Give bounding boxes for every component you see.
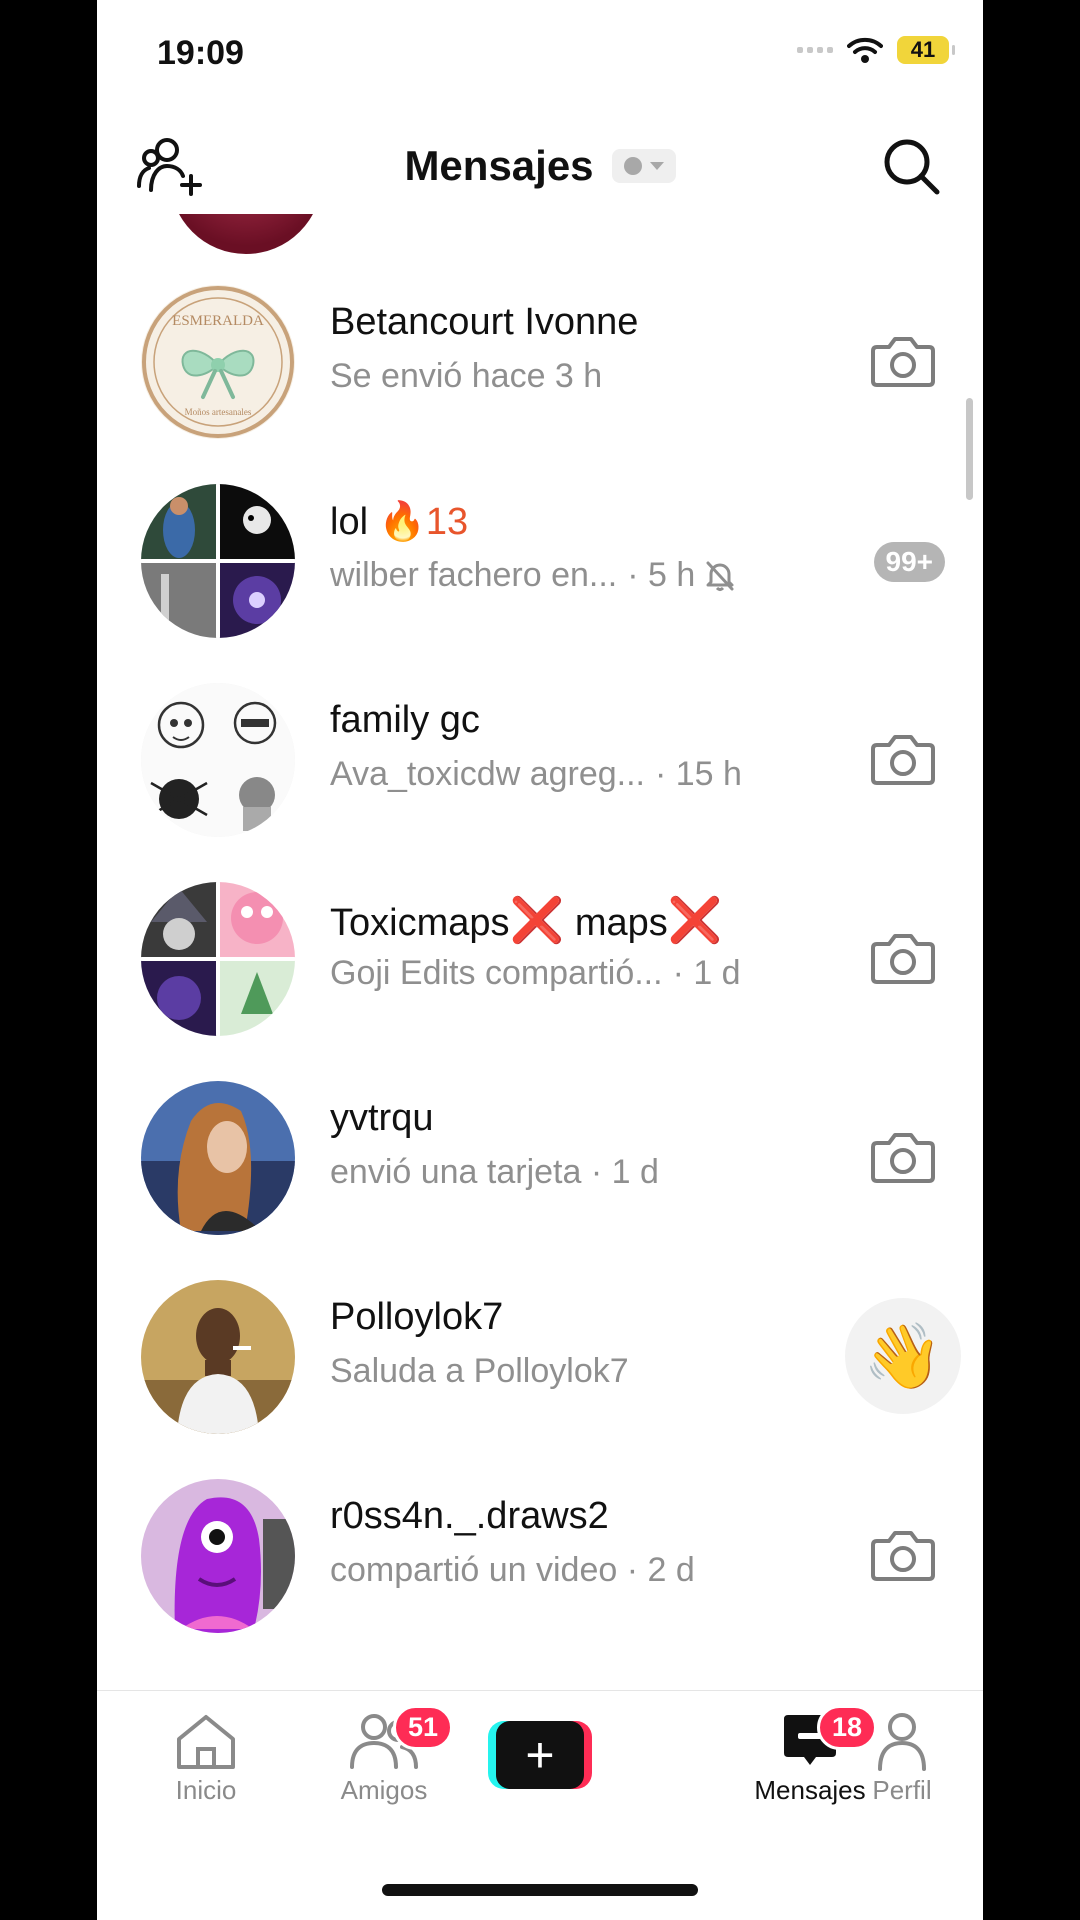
- camera-icon[interactable]: [871, 333, 935, 389]
- status-time: 19:09: [157, 34, 244, 72]
- chat-preview: envió una tarjeta · 1 d: [330, 1153, 659, 1192]
- chat-preview-text: Saluda a Polloylok7: [330, 1352, 629, 1390]
- plus-icon: +: [496, 1721, 584, 1789]
- esmeralda-logo-icon: ESMERALDA Moños artesanales: [142, 286, 294, 438]
- cross-mark-icon: ❌: [509, 896, 565, 945]
- avatar[interactable]: [141, 882, 295, 1036]
- camera-icon[interactable]: [871, 731, 935, 787]
- chat-time: · 5 h: [627, 556, 696, 594]
- search-icon[interactable]: [881, 136, 941, 196]
- avatar[interactable]: ESMERALDA Moños artesanales: [141, 285, 295, 439]
- tab-inicio[interactable]: Inicio: [131, 1711, 281, 1806]
- chat-name: r0ss4n._.draws2: [330, 1495, 609, 1537]
- chat-name-part: maps: [564, 902, 668, 944]
- chat-row[interactable]: lol 🔥13 wilber fachero en... · 5 h 99+: [97, 462, 983, 661]
- presence-toggle[interactable]: [611, 149, 676, 183]
- chat-name-wrap: lol 🔥13: [330, 500, 468, 544]
- page-title: Mensajes: [404, 142, 594, 189]
- tab-perfil[interactable]: Perfil: [842, 1711, 962, 1806]
- page-title-wrap: Mensajes: [97, 142, 983, 190]
- chat-time: · 1 d: [672, 954, 741, 992]
- chat-row[interactable]: r0ss4n._.draws2 compartió un video · 2 d: [97, 1457, 983, 1656]
- avatar[interactable]: [141, 1479, 295, 1633]
- avatar[interactable]: [141, 1081, 295, 1235]
- chat-preview: wilber fachero en... · 5 h: [330, 556, 735, 595]
- battery-icon: 41: [897, 36, 955, 64]
- chat-preview-text: compartió un video · 2 d: [330, 1551, 695, 1589]
- chat-row[interactable]: family gc Ava_toxicdw agreg... · 15 h: [97, 661, 983, 860]
- presence-dot-icon: [623, 157, 642, 175]
- tab-label: Amigos: [340, 1775, 428, 1805]
- chat-preview: compartió un video · 2 d: [330, 1551, 695, 1590]
- avatar[interactable]: [141, 484, 295, 638]
- unread-badge: 99+: [873, 542, 945, 582]
- chevron-down-icon: [649, 162, 664, 170]
- chat-preview: Ava_toxicdw agreg... · 15 h: [330, 755, 742, 794]
- chat-name: Polloylok7: [330, 1296, 504, 1338]
- group-avatar-icon: [141, 683, 295, 837]
- tab-label: Inicio: [175, 1775, 237, 1805]
- battery-level: 41: [910, 37, 936, 62]
- home-indicator[interactable]: [382, 1884, 698, 1896]
- logo-text-bottom: Moños artesanales: [185, 407, 252, 417]
- streak-counter: 🔥13: [378, 501, 469, 543]
- group-avatar-icon: [141, 882, 295, 1036]
- wifi-icon: [847, 37, 883, 63]
- chat-name-wrap: Toxicmaps❌ maps❌: [330, 894, 723, 946]
- chat-preview-text: Se envió hace 3 h: [330, 357, 603, 395]
- create-button[interactable]: +: [488, 1721, 592, 1789]
- profile-icon: [878, 1713, 926, 1771]
- chat-name: Betancourt Ivonne: [330, 301, 639, 343]
- chat-row[interactable]: ESMERALDA Moños artesanales Betancourt I…: [97, 263, 983, 462]
- notification-badge: 51: [393, 1705, 454, 1750]
- chat-preview-text: Ava_toxicdw agreg...: [330, 755, 645, 793]
- camera-icon[interactable]: [871, 1527, 935, 1583]
- status-icons: 41: [797, 36, 955, 64]
- chat-name: yvtrqu: [330, 1097, 434, 1139]
- camera-icon[interactable]: [871, 1129, 935, 1185]
- scrollbar[interactable]: [966, 398, 973, 500]
- chat-name: Toxicmaps: [330, 902, 510, 944]
- chat-row[interactable]: Toxicmaps❌ maps❌ Goji Edits compartió...…: [97, 860, 983, 1059]
- group-avatar-icon: [141, 484, 295, 638]
- header: Mensajes: [97, 118, 983, 214]
- user-photo-icon: [141, 1081, 295, 1235]
- tab-amigos[interactable]: Amigos 51: [309, 1705, 459, 1806]
- user-photo-icon: [141, 1479, 295, 1633]
- user-photo-icon: [141, 1280, 295, 1434]
- chat-preview-text: envió una tarjeta · 1 d: [330, 1153, 659, 1191]
- chat-name: lol: [330, 501, 379, 543]
- waving-hand-icon: 👋: [863, 1319, 943, 1392]
- camera-icon[interactable]: [871, 930, 935, 986]
- chat-row[interactable]: Polloylok7 Saluda a Polloylok7 👋: [97, 1258, 983, 1457]
- chat-row[interactable]: yvtrqu envió una tarjeta · 1 d: [97, 1059, 983, 1258]
- chat-preview: Se envió hace 3 h: [330, 357, 602, 396]
- chat-name: family gc: [330, 699, 480, 741]
- home-icon: [177, 1715, 235, 1769]
- cross-mark-icon: ❌: [667, 896, 723, 945]
- avatar[interactable]: [170, 214, 322, 254]
- chat-preview-text: Goji Edits compartió...: [330, 954, 663, 992]
- avatar[interactable]: [141, 1280, 295, 1434]
- chat-preview: Goji Edits compartió... · 1 d: [330, 954, 741, 993]
- phone-screen: 19:09 41 Mensajes ESMERALDA Moños artesa…: [97, 0, 983, 1920]
- wave-button[interactable]: 👋: [845, 1298, 961, 1414]
- logo-text-top: ESMERALDA: [172, 313, 264, 329]
- avatar[interactable]: [141, 683, 295, 837]
- cellular-signal-icon: [797, 47, 833, 53]
- chat-preview-text: wilber fachero en...: [330, 556, 618, 594]
- tab-label: Perfil: [872, 1775, 932, 1805]
- muted-bell-icon: [706, 561, 734, 591]
- chat-list[interactable]: ESMERALDA Moños artesanales Betancourt I…: [97, 214, 983, 1690]
- chat-preview: Saluda a Polloylok7: [330, 1352, 629, 1391]
- chat-time: · 15 h: [655, 755, 742, 793]
